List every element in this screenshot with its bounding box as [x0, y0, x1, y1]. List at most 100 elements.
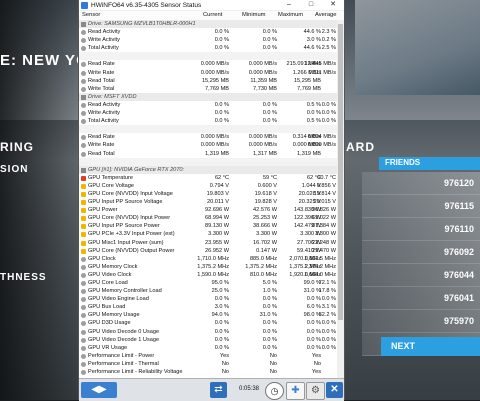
- sensor-minimum: 0.0 %: [262, 336, 277, 343]
- sensor-group-header[interactable]: GPU [#1]: NVIDIA GeForce RTX 2070:: [79, 165, 337, 174]
- sensor-row[interactable]: Read Rate 0.000 MB/s 0.000 MB/s 0.314 MB/s 0…: [79, 133, 337, 141]
- sensor-name: Read Total: [88, 150, 115, 157]
- sensor-row[interactable]: GPU Memory Controller Load 25.0 % 1.0 % 31.…: [79, 287, 337, 295]
- sensor-current: No: [221, 369, 229, 376]
- sensor-row[interactable]: GPU Temperature 62 °C 59 °C 62 °C 60.7 °C: [79, 174, 337, 182]
- sensor-current: 68.994 W: [205, 215, 229, 222]
- sensor-row[interactable]: GPU VR Usage 0.0 % 0.0 % 0.0 % 0.0 %: [79, 344, 337, 352]
- sensor-row[interactable]: GPU Misc1 Input Power (sum) 23.955 W 16.70…: [79, 239, 337, 247]
- sensor-row[interactable]: Performance Limit - Power Yes No Yes: [79, 352, 337, 360]
- network-icon[interactable]: ⇄: [210, 382, 227, 398]
- sensor-row[interactable]: GPU Bus Load 3.0 % 0.0 % 6.0 % 3.1 %: [79, 303, 337, 311]
- sensor-row[interactable]: GPU Memory Usage 94.0 % 31.0 % 98.0 % 82.2 %: [79, 311, 337, 319]
- sensor-minimum: 0.0 %: [262, 45, 277, 52]
- sensor-group-header[interactable]: Drive: SAMSUNG MZVLB1T0HBLR-000H1: [79, 20, 337, 29]
- column-average[interactable]: Average: [315, 12, 337, 18]
- sensor-row[interactable]: Write Rate 0.000 MB/s 0.000 MB/s 0.000 MB/s…: [79, 141, 337, 149]
- sensor-current: 0.000 MB/s: [200, 134, 229, 141]
- close-icon[interactable]: ✕: [326, 382, 343, 398]
- sensor-row[interactable]: Read Activity 0.0 % 0.0 % 0.5 % 0.0 %: [79, 101, 337, 109]
- sensor-maximum: 7,769 MB: [297, 85, 321, 92]
- sensor-row[interactable]: GPU Video Clock 1,590.0 MHz 810.0 MHz 1,920…: [79, 271, 337, 279]
- report-icon[interactable]: ✚: [286, 382, 305, 400]
- sensor-minimum: 0.600 V: [257, 182, 277, 189]
- sensor-name: Write Total: [88, 85, 115, 92]
- title-bar[interactable]: HWiNFO64 v6.35-4305 Sensor Status – □ ✕: [79, 0, 344, 10]
- minimize-button[interactable]: –: [278, 0, 300, 10]
- sensor-row[interactable]: GPU Video Decode 0 Usage 0.0 % 0.0 % 0.0 % 0…: [79, 328, 337, 336]
- sensor-row[interactable]: GPU Memory Clock 1,375.2 MHz 1,375.2 MHz 1,…: [79, 263, 337, 271]
- sensor-group-header[interactable]: Drive: MSFT XVDD: [79, 92, 337, 101]
- clock-icon: [81, 143, 86, 149]
- sensor-row[interactable]: Total Activity 0.0 % 0.0 % 0.5 % 0.0 %: [79, 117, 337, 125]
- sensor-average: 17.8 %: [318, 288, 336, 295]
- sensor-current: 15,295 MB: [201, 77, 229, 84]
- sensor-row[interactable]: Read Total 1,319 MB 1,317 MB 1,319 MB: [79, 150, 337, 158]
- sensor-row[interactable]: GPU Power 92.696 W 42.576 W 143.830 W 96.826…: [79, 206, 337, 214]
- sensor-average: 2.5 %: [321, 45, 336, 52]
- sensor-row[interactable]: Performance Limit - Thermal No No No: [79, 360, 337, 368]
- sensor-row[interactable]: GPU Video Decode 1 Usage 0.0 % 0.0 % 0.0 % 0…: [79, 336, 337, 344]
- next-button[interactable]: NEXT: [381, 337, 480, 356]
- sensor-row[interactable]: Write Activity 0.0 % 0.0 % 0.0 % 0.0 %: [79, 109, 337, 117]
- sensor-row[interactable]: GPU Core (NVVDD) Input Power 68.994 W 25.2…: [79, 214, 337, 222]
- sensor-row[interactable]: GPU Core (NVVDD) Output Power 26.952 W 0.1…: [79, 247, 337, 255]
- sensor-row[interactable]: GPU D3D Usage 0.0 % 0.0 % 0.0 % 0.0 %: [79, 319, 337, 327]
- sensor-row[interactable]: Read Total 15,295 MB 11,359 MB 15,295 MB: [79, 77, 337, 85]
- sensor-row[interactable]: Read Activity 0.0 % 0.0 % 44.6 % 2.3 %: [79, 28, 337, 36]
- sensor-name: Write Activity: [88, 37, 120, 44]
- clock-icon: [81, 264, 86, 270]
- sensor-row[interactable]: GPU Core Load 95.0 % 5.0 % 99.0 % 72.1 %: [79, 279, 337, 287]
- sensor-name: GPU Core (NVVDD) Input Power: [88, 215, 171, 222]
- elapsed-timer: 0:05:38: [239, 386, 260, 392]
- sensor-average: 3.300 W: [315, 231, 336, 238]
- sensor-name: GPU Video Decode 1 Usage: [88, 336, 160, 343]
- clock-icon[interactable]: ◷: [265, 382, 284, 400]
- column-minimum[interactable]: Minimum: [242, 12, 266, 18]
- sensor-current: 0.0 %: [214, 37, 229, 44]
- sensor-average: 0.0 %: [321, 296, 336, 303]
- sensor-row[interactable]: GPU Video Engine Load 0.0 % 0.0 % 0.0 % 0.0 …: [79, 295, 337, 303]
- sensor-row[interactable]: GPU Core Voltage 0.794 V 0.600 V 1.044 V 0.8…: [79, 182, 337, 190]
- sensor-name: Read Rate: [88, 134, 115, 141]
- vertical-scrollbar[interactable]: [337, 20, 344, 378]
- sensor-name: GPU D3D Usage: [88, 320, 131, 327]
- sensor-row[interactable]: Write Rate 0.000 MB/s 0.000 MB/s 1.266 MB/s…: [79, 69, 337, 77]
- sensor-minimum: 0.0 %: [262, 344, 277, 351]
- clock-icon: [81, 337, 86, 343]
- thermometer-icon: [81, 175, 86, 181]
- sensor-minimum: 31.0 %: [259, 312, 277, 319]
- sensor-average: 0.0 %: [321, 336, 336, 343]
- clock-icon: [81, 70, 86, 76]
- sensor-row[interactable]: Performance Limit - Reliability Voltage N…: [79, 368, 337, 376]
- sensor-row[interactable]: Total Activity 0.0 % 0.0 % 44.6 % 2.5 %: [79, 44, 337, 52]
- column-maximum[interactable]: Maximum: [278, 12, 303, 18]
- sensor-current: 0.0 %: [214, 336, 229, 343]
- sensor-row[interactable]: GPU Input PP Source Voltage 20.011 V 19.82…: [79, 198, 337, 206]
- clock-icon: [81, 30, 86, 36]
- maximize-button[interactable]: □: [300, 0, 322, 10]
- sensor-row[interactable]: GPU Input PP Source Power 89.130 W 38.666 …: [79, 222, 337, 230]
- clock-icon: [81, 151, 86, 157]
- sensor-name: Performance Limit - Thermal: [88, 360, 159, 367]
- sensor-minimum: 0.000 MB/s: [248, 69, 277, 76]
- settings-gear-icon[interactable]: ⚙: [306, 382, 325, 400]
- sensor-row[interactable]: Write Total 7,769 MB 7,730 MB 7,769 MB: [79, 85, 337, 93]
- sensor-current: 0.0 %: [214, 344, 229, 351]
- sensor-row[interactable]: GPU PCIe +3.3V Input Power (est) 3.300 W 3…: [79, 230, 337, 238]
- sensor-row[interactable]: GPU Core (NVVDD) Input Voltage 19.803 V 19…: [79, 190, 337, 198]
- scrollbar-thumb[interactable]: [338, 24, 343, 320]
- column-current[interactable]: Current: [203, 12, 222, 18]
- sensor-minimum: 0.147 W: [256, 247, 277, 254]
- sensor-current: 62 °C: [214, 174, 229, 181]
- sensor-minimum: 0.0 %: [262, 296, 277, 303]
- navigate-arrows-button[interactable]: ◀▶: [81, 382, 117, 398]
- sensor-row[interactable]: GPU Clock 1,710.0 MHz 885.0 MHz 2,070.0 MHz…: [79, 255, 337, 263]
- sensor-row[interactable]: Read Rate 0.000 MB/s 0.000 MB/s 215.091 MB/…: [79, 60, 337, 68]
- sensor-group-icon: [81, 167, 86, 173]
- sensor-row[interactable]: Write Activity 0.0 % 0.0 % 3.0 % 0.2 %: [79, 36, 337, 44]
- sensor-group-title: Drive: SAMSUNG MZVLB1T0HBLR-000H1: [88, 21, 196, 27]
- column-sensor[interactable]: Sensor: [82, 12, 100, 18]
- close-window-button[interactable]: ✕: [322, 0, 344, 10]
- sensor-name: GPU Memory Usage: [88, 312, 140, 319]
